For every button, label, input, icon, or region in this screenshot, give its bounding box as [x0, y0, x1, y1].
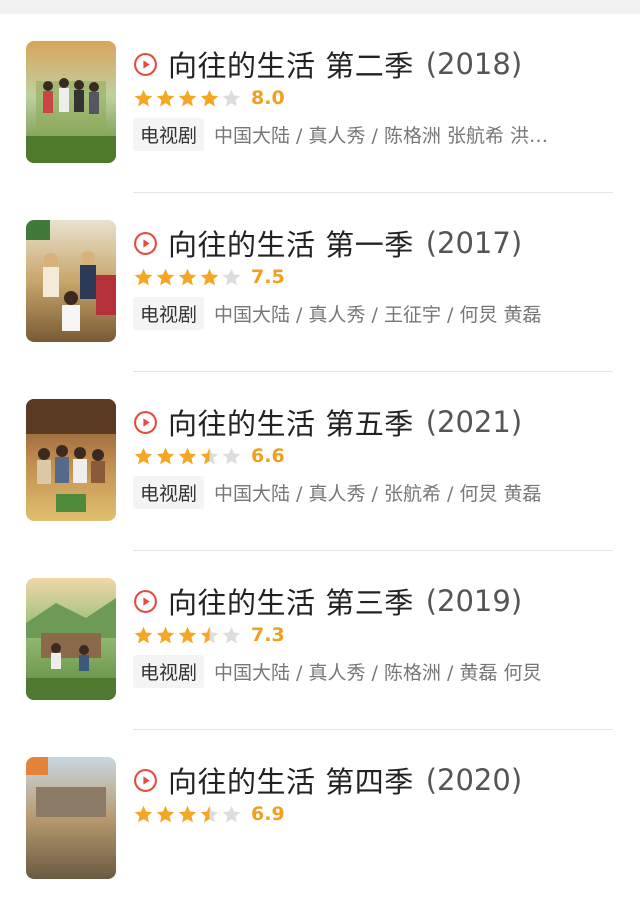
title-row: 向往的生活 第三季 (2019) [133, 581, 522, 621]
star-rating [133, 625, 243, 646]
star-rating [133, 88, 243, 109]
result-item[interactable]: 向往的生活 第三季 (2019) 7.3 电视剧 中国大陆 / 真人秀 / 陈格… [0, 551, 640, 730]
star-rating [133, 267, 243, 288]
search-result-list: 向往的生活 第二季 (2018) 8.0 电视剧 中国大陆 / 真人秀 / 陈格… [0, 14, 640, 909]
rating-row: 6.6 [133, 444, 285, 468]
star-icon [200, 447, 219, 464]
star-icon [200, 268, 219, 285]
rating-score: 7.3 [251, 624, 285, 646]
star-rating [133, 804, 243, 825]
result-item[interactable]: 向往的生活 第四季 (2020) 6.9 [0, 730, 640, 909]
category-tag: 电视剧 [133, 475, 205, 509]
title-row: 向往的生活 第五季 (2021) [133, 402, 522, 442]
result-item[interactable]: 向往的生活 第二季 (2018) 8.0 电视剧 中国大陆 / 真人秀 / 陈格… [0, 14, 640, 193]
poster-image[interactable] [26, 578, 116, 700]
show-info: 中国大陆 / 真人秀 / 陈格洲 张航希 洪… [214, 124, 549, 147]
star-rating [133, 446, 243, 467]
meta-row: 电视剧 中国大陆 / 真人秀 / 王征宇 / 何炅 黄磊 [133, 296, 613, 330]
star-icon [178, 268, 197, 285]
show-info: 中国大陆 / 真人秀 / 王征宇 / 何炅 黄磊 [214, 303, 542, 326]
star-icon [134, 447, 153, 464]
show-info: 中国大陆 / 真人秀 / 张航希 / 何炅 黄磊 [214, 482, 542, 505]
star-icon [222, 268, 241, 285]
meta-row: 电视剧 中国大陆 / 真人秀 / 张航希 / 何炅 黄磊 [133, 475, 613, 509]
star-icon [200, 805, 219, 822]
play-circle-icon[interactable] [133, 768, 158, 793]
star-icon [134, 268, 153, 285]
show-year: (2021) [425, 405, 523, 439]
star-icon [134, 626, 153, 643]
show-info: 中国大陆 / 真人秀 / 陈格洲 / 黄磊 何炅 [214, 661, 542, 684]
result-item[interactable]: 向往的生活 第五季 (2021) 6.6 电视剧 中国大陆 / 真人秀 / 张航… [0, 372, 640, 551]
star-icon [134, 805, 153, 822]
star-icon [200, 89, 219, 106]
show-title[interactable]: 向往的生活 第三季 [168, 580, 414, 622]
star-icon [134, 89, 153, 106]
poster-image[interactable] [26, 757, 116, 879]
category-tag: 电视剧 [133, 117, 205, 151]
rating-row: 7.3 [133, 623, 285, 647]
star-icon [222, 626, 241, 643]
rating-row: 7.5 [133, 265, 285, 289]
star-icon [178, 89, 197, 106]
category-tag: 电视剧 [133, 654, 205, 688]
show-title[interactable]: 向往的生活 第一季 [168, 222, 414, 264]
rating-row: 8.0 [133, 86, 285, 110]
show-year: (2017) [425, 226, 523, 260]
rating-score: 6.9 [251, 803, 285, 825]
star-icon [156, 805, 175, 822]
star-icon [178, 626, 197, 643]
rating-score: 7.5 [251, 266, 285, 288]
star-icon [222, 89, 241, 106]
play-circle-icon[interactable] [133, 589, 158, 614]
poster-image[interactable] [26, 399, 116, 521]
result-item[interactable]: 向往的生活 第一季 (2017) 7.5 电视剧 中国大陆 / 真人秀 / 王征… [0, 193, 640, 372]
star-icon [156, 268, 175, 285]
star-icon [178, 447, 197, 464]
poster-image[interactable] [26, 41, 116, 163]
poster-image[interactable] [26, 220, 116, 342]
rating-score: 6.6 [251, 445, 285, 467]
title-row: 向往的生活 第二季 (2018) [133, 44, 522, 84]
title-row: 向往的生活 第一季 (2017) [133, 223, 522, 263]
star-icon [178, 805, 197, 822]
play-circle-icon[interactable] [133, 231, 158, 256]
star-icon [222, 805, 241, 822]
show-title[interactable]: 向往的生活 第四季 [168, 759, 414, 801]
meta-row: 电视剧 中国大陆 / 真人秀 / 陈格洲 张航希 洪… [133, 117, 613, 151]
star-icon [200, 626, 219, 643]
play-circle-icon[interactable] [133, 52, 158, 77]
show-title[interactable]: 向往的生活 第二季 [168, 43, 414, 85]
play-circle-icon[interactable] [133, 410, 158, 435]
star-icon [156, 626, 175, 643]
show-year: (2020) [425, 763, 523, 797]
title-row: 向往的生活 第四季 (2020) [133, 760, 522, 800]
star-icon [222, 447, 241, 464]
rating-score: 8.0 [251, 87, 285, 109]
category-tag: 电视剧 [133, 296, 205, 330]
show-year: (2019) [425, 584, 523, 618]
top-strip [0, 0, 640, 14]
show-title[interactable]: 向往的生活 第五季 [168, 401, 414, 443]
star-icon [156, 89, 175, 106]
star-icon [156, 447, 175, 464]
meta-row: 电视剧 中国大陆 / 真人秀 / 陈格洲 / 黄磊 何炅 [133, 654, 613, 688]
rating-row: 6.9 [133, 802, 285, 826]
show-year: (2018) [425, 47, 523, 81]
